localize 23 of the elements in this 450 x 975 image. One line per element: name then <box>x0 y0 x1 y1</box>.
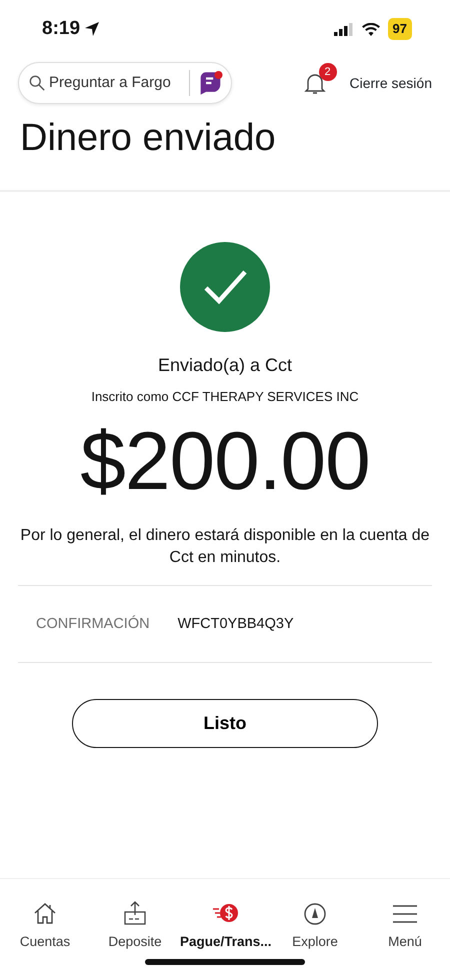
recipient-text: Enviado(a) a Cct <box>156 354 294 377</box>
availability-note: Por lo general, el dinero estará disponible en la cuenta de Cct en minutos. <box>20 526 430 568</box>
success-check-icon <box>180 242 270 332</box>
battery-level: 97 <box>388 18 412 40</box>
tab-bar-item[interactable]: Menú <box>360 879 450 968</box>
signal-icon <box>334 22 354 36</box>
assistant-logo-icon[interactable] <box>198 69 223 97</box>
confirmation-label: CONFIRMACIÓN <box>36 614 150 634</box>
tab-bar-item[interactable]: Deposite <box>90 879 180 968</box>
wifi-icon <box>362 22 380 36</box>
search-bar[interactable]: Preguntar a Fargo <box>18 62 232 104</box>
clock-time: 8:19 <box>42 16 80 41</box>
location-arrow-icon <box>84 21 100 37</box>
search-icon <box>29 74 46 92</box>
page-title: Dinero enviado <box>0 108 450 192</box>
signout-link[interactable]: Cierre sesión <box>350 72 432 94</box>
confirmation-code: WFCT0YBB4Q3Y <box>178 614 294 634</box>
enrollment-text: Inscrito como CCF THERAPY SERVICES INC <box>90 388 360 406</box>
amount-text: $200.00 <box>79 416 371 507</box>
tab-bar-item[interactable]: Cuentas <box>0 879 90 968</box>
notification-count-badge: 2 <box>318 62 337 81</box>
done-button[interactable]: Listo <box>72 699 378 748</box>
tab-bar-item[interactable]: Explore <box>270 879 360 968</box>
